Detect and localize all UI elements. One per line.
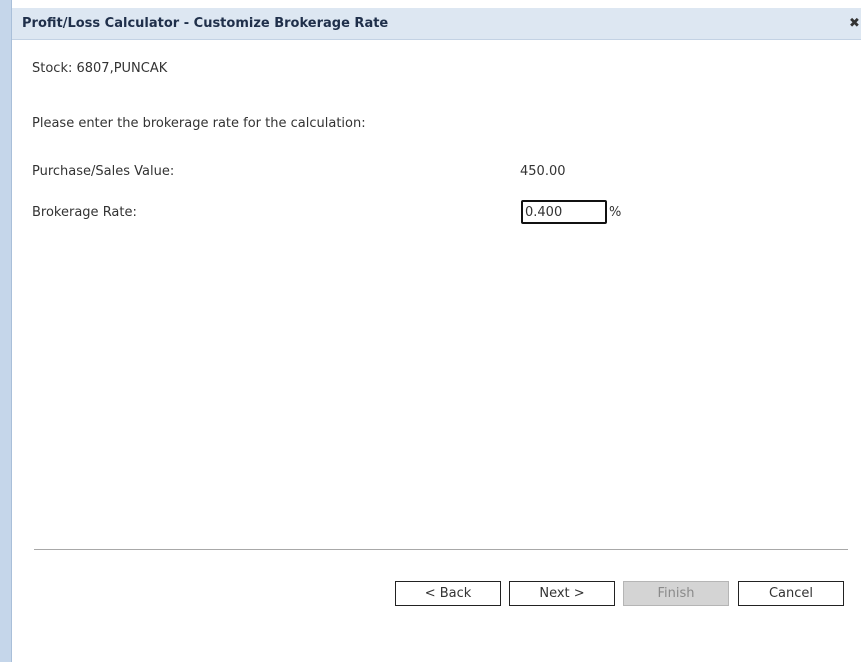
brokerage-rate-label: Brokerage Rate: <box>32 205 137 220</box>
instruction-text: Please enter the brokerage rate for the … <box>32 116 366 131</box>
purchase-sales-label: Purchase/Sales Value: <box>32 164 175 179</box>
dialog-content: Stock: 6807,PUNCAK Please enter the brok… <box>12 40 861 662</box>
brokerage-rate-input[interactable] <box>521 200 607 224</box>
divider <box>34 549 848 550</box>
percent-unit: % <box>609 205 622 220</box>
dialog-title: Profit/Loss Calculator - Customize Broke… <box>22 16 389 31</box>
finish-button[interactable]: Finish <box>623 581 729 606</box>
back-button[interactable]: < Back <box>395 581 501 606</box>
stock-label: Stock: 6807,PUNCAK <box>32 61 168 76</box>
window-left-edge <box>0 0 12 662</box>
next-button[interactable]: Next > <box>509 581 615 606</box>
close-icon[interactable]: ✖ <box>849 17 861 31</box>
cancel-button[interactable]: Cancel <box>738 581 844 606</box>
dialog-titlebar[interactable]: Profit/Loss Calculator - Customize Broke… <box>12 8 861 40</box>
purchase-sales-value: 450.00 <box>520 164 566 179</box>
